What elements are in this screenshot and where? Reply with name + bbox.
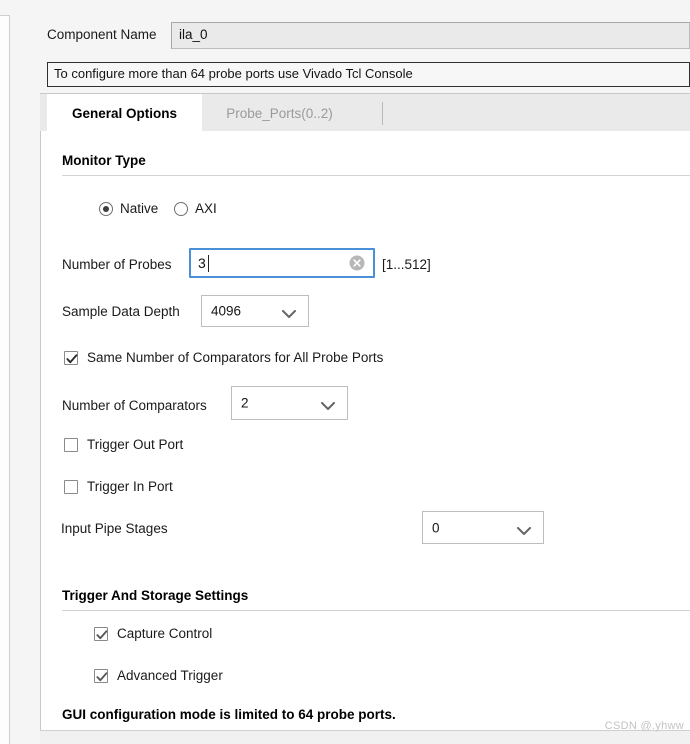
checkbox-checked-icon <box>94 626 108 641</box>
tab-probe-ports[interactable]: Probe_Ports(0..2) <box>202 94 357 132</box>
sample-data-depth-select[interactable]: 4096 <box>201 295 309 327</box>
input-pipe-stages-label: Input Pipe Stages <box>61 521 168 536</box>
checkbox-unchecked-icon <box>64 437 78 452</box>
radio-native-label: Native <box>120 201 159 216</box>
general-options-panel: Monitor Type Native AXI Number of Probes… <box>40 131 690 699</box>
window-bottom-bar <box>40 730 690 744</box>
checkbox-checked-icon <box>64 350 78 365</box>
radio-monitor-axi[interactable]: AXI <box>174 201 217 216</box>
trigger-in-port-checkbox[interactable]: Trigger In Port <box>64 479 173 494</box>
radio-native-icon <box>99 201 113 216</box>
number-of-probes-value: 3 <box>198 255 206 271</box>
capture-control-checkbox[interactable]: Capture Control <box>94 626 212 641</box>
component-name-row: Component Name ila_0 <box>40 22 690 50</box>
number-of-probes-input[interactable]: 3 <box>189 248 375 278</box>
window-left-gutter <box>11 0 39 744</box>
monitor-type-heading: Monitor Type <box>62 153 146 168</box>
sample-data-depth-label: Sample Data Depth <box>62 304 180 319</box>
number-of-comparators-select[interactable]: 2 <box>231 386 348 420</box>
same-comparators-checkbox[interactable]: Same Number of Comparators for All Probe… <box>64 350 383 365</box>
chevron-down-icon <box>282 307 296 322</box>
tab-general-options-label: General Options <box>71 105 178 121</box>
trigger-in-port-label: Trigger In Port <box>87 479 173 494</box>
checkbox-unchecked-icon <box>64 479 78 494</box>
number-of-probes-label: Number of Probes <box>62 257 172 272</box>
advanced-trigger-checkbox[interactable]: Advanced Trigger <box>94 668 223 683</box>
component-name-label: Component Name <box>47 27 157 42</box>
chevron-down-icon <box>517 524 531 539</box>
input-pipe-stages-select[interactable]: 0 <box>422 511 544 544</box>
trigger-out-port-checkbox[interactable]: Trigger Out Port <box>64 437 183 452</box>
checkbox-checked-icon <box>94 668 108 683</box>
tab-probe-ports-label: Probe_Ports(0..2) <box>226 105 333 121</box>
info-banner-text: To configure more than 64 probe ports us… <box>54 66 413 81</box>
number-of-comparators-value: 2 <box>241 395 249 411</box>
chevron-down-icon <box>321 399 335 414</box>
bottom-note-area: GUI configuration mode is limited to 64 … <box>40 699 690 730</box>
component-name-field[interactable]: ila_0 <box>171 22 690 49</box>
tab-bar: General Options Probe_Ports(0..2) <box>40 93 690 132</box>
number-of-comparators-label: Number of Comparators <box>62 398 207 413</box>
advanced-trigger-label: Advanced Trigger <box>117 668 223 683</box>
tab-general-options[interactable]: General Options <box>47 94 202 132</box>
ila-customize-ip-window: Component Name ila_0 To configure more t… <box>0 0 690 744</box>
tab-separator <box>382 102 383 125</box>
trigger-storage-heading: Trigger And Storage Settings <box>62 588 249 603</box>
component-name-value: ila_0 <box>179 27 208 42</box>
radio-axi-label: AXI <box>195 201 217 216</box>
number-of-probes-range-hint: [1...512] <box>382 257 431 272</box>
info-banner: To configure more than 64 probe ports us… <box>47 62 690 87</box>
monitor-type-rule <box>62 175 690 176</box>
radio-monitor-native[interactable]: Native <box>99 201 158 216</box>
trigger-out-port-label: Trigger Out Port <box>87 437 184 452</box>
capture-control-label: Capture Control <box>117 626 213 641</box>
same-comparators-label: Same Number of Comparators for All Probe… <box>87 350 384 365</box>
gui-limit-note: GUI configuration mode is limited to 64 … <box>62 707 396 722</box>
sample-data-depth-value: 4096 <box>211 303 242 319</box>
watermark: CSDN @.yhww <box>604 720 684 732</box>
window-left-edge <box>0 15 10 744</box>
radio-axi-icon <box>174 201 188 216</box>
clear-circle-icon[interactable] <box>349 255 365 271</box>
text-caret <box>208 255 209 272</box>
input-pipe-stages-value: 0 <box>432 520 440 535</box>
trigger-storage-rule <box>62 610 690 611</box>
